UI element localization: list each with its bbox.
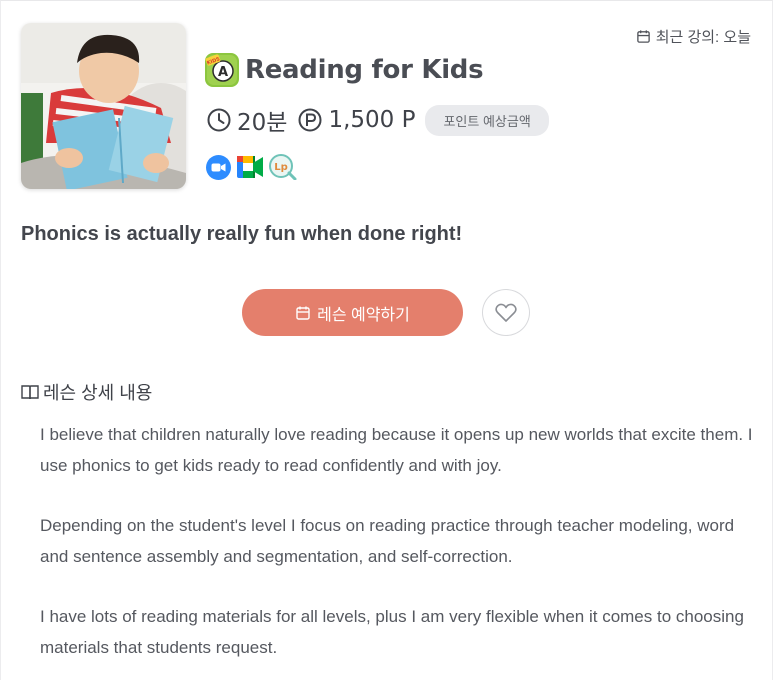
description-paragraph: Depending on the student's level I focus… (40, 516, 735, 566)
lp-icon: Lp (269, 154, 297, 180)
lesson-duration: 20분 (237, 110, 288, 136)
description-paragraph: I believe that children naturally love r… (40, 425, 753, 475)
kids-logo-icon: A KIDS (205, 53, 239, 87)
child-reading-image (21, 23, 186, 189)
lesson-price: 1,500 P (328, 107, 416, 133)
lesson-card: 최근 강의: 오늘 A KIDS Reading for Kids 20분 1,… (0, 0, 773, 680)
point-icon (298, 108, 322, 132)
lesson-description: I believe that children naturally love r… (40, 419, 755, 692)
favorite-button[interactable] (482, 289, 530, 336)
logo-letter: A (218, 65, 228, 80)
supported-apps: Lp (206, 154, 297, 180)
lesson-tagline: Phonics is actually really fun when done… (21, 223, 463, 245)
lp-icon-text: Lp (274, 162, 288, 173)
google-meet-icon (237, 156, 263, 178)
lesson-details-heading: 레슨 상세 내용 (21, 379, 152, 405)
description-paragraph: I have lots of reading materials for all… (40, 607, 744, 657)
book-icon (21, 385, 39, 400)
book-lesson-button[interactable]: 레슨 예약하기 (242, 289, 463, 336)
book-lesson-label: 레슨 예약하기 (317, 306, 410, 324)
price-estimate-badge: 포인트 예상금액 (425, 104, 549, 136)
lesson-details-title: 레슨 상세 내용 (43, 383, 153, 403)
calendar-icon (636, 30, 650, 43)
zoom-icon (206, 154, 231, 180)
recent-lesson: 최근 강의: 오늘 (636, 26, 751, 47)
lesson-thumbnail[interactable] (21, 23, 186, 189)
calendar-icon (296, 306, 310, 320)
heart-icon (495, 303, 517, 322)
recent-lesson-label: 최근 강의: 오늘 (655, 29, 751, 46)
lesson-title: Reading for Kids (245, 55, 484, 85)
lesson-title-row: A KIDS Reading for Kids (205, 53, 484, 87)
lesson-meta: 20분 1,500 P 포인트 예상금액 (206, 103, 549, 137)
clock-icon (207, 108, 231, 132)
